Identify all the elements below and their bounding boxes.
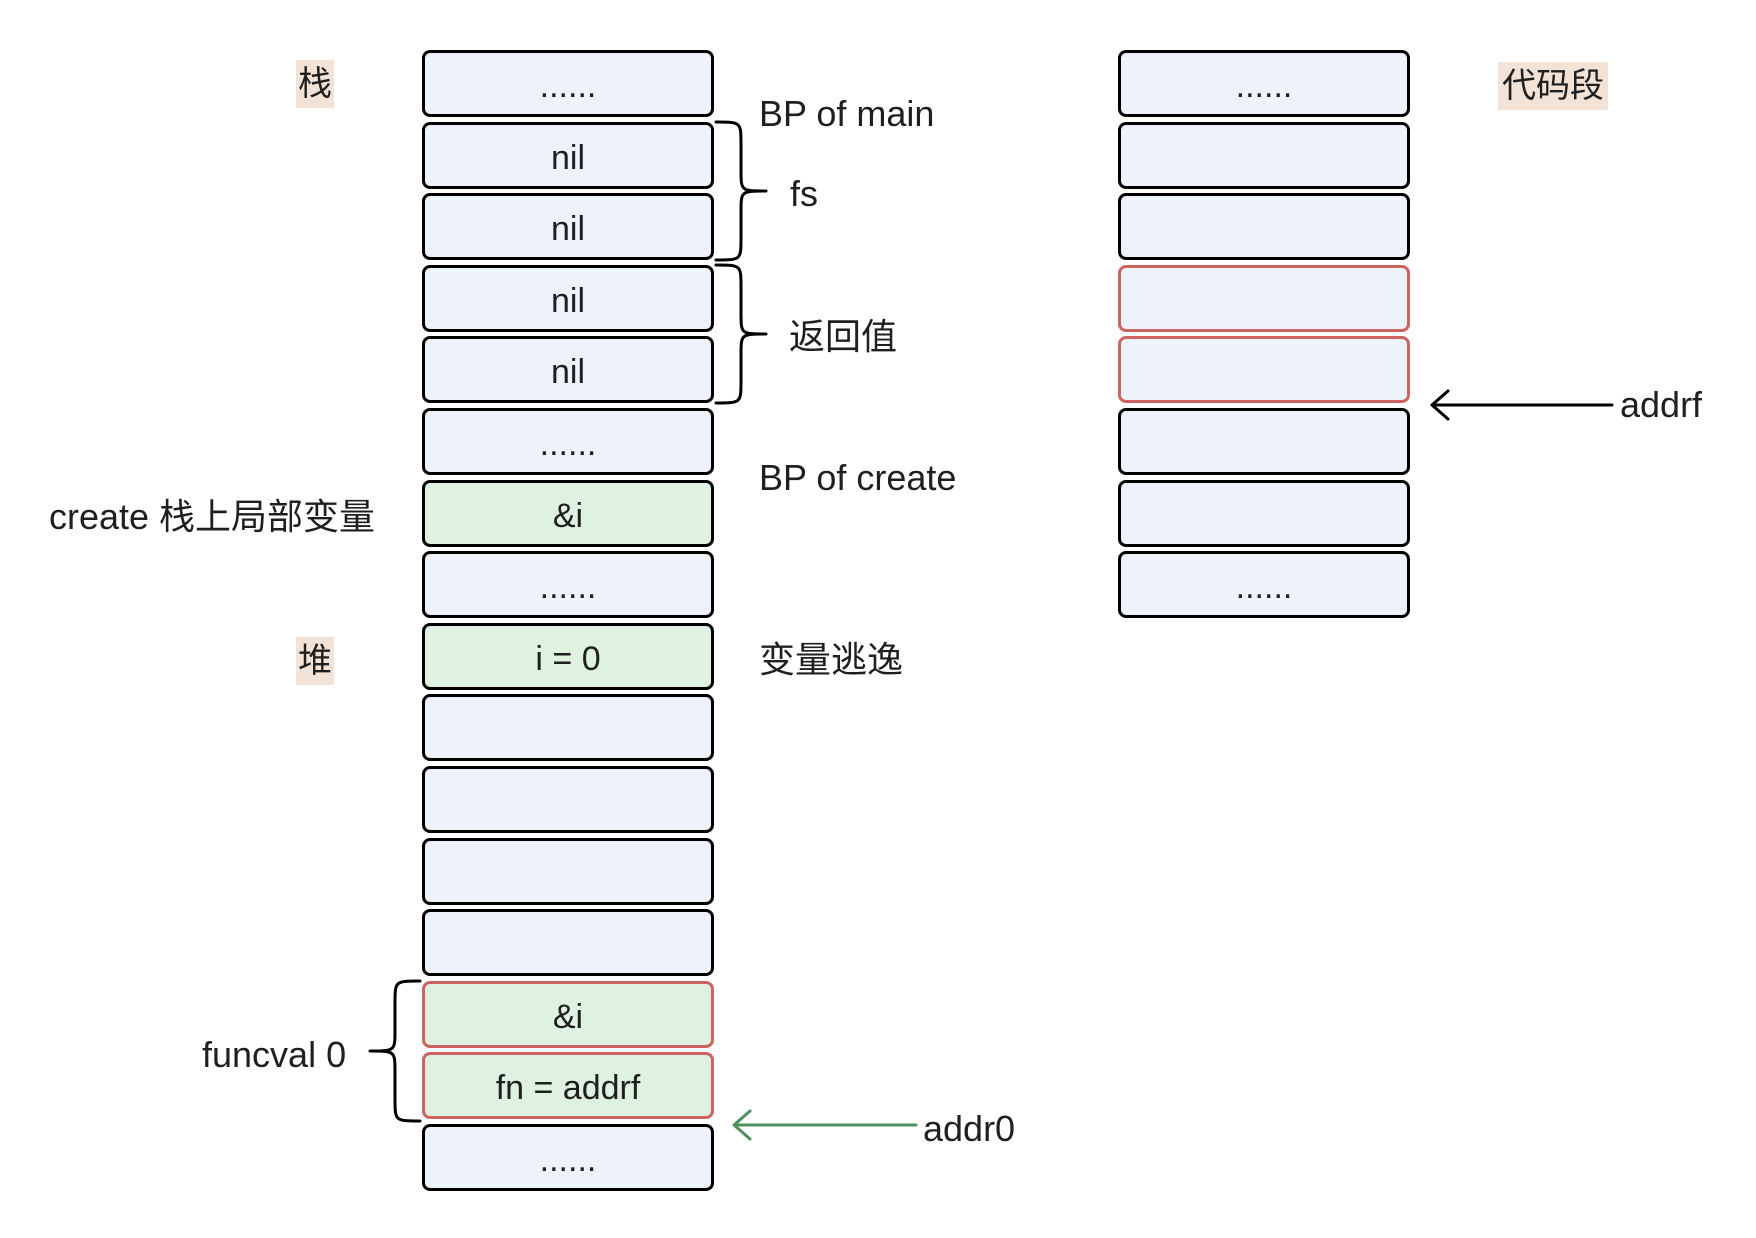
stack-section-tag: 栈 (296, 60, 334, 108)
slot-text: nil (550, 138, 586, 177)
memory-slot: ...... (422, 50, 714, 117)
slot-text: ...... (539, 1140, 597, 1179)
code-slot-function (1118, 264, 1410, 332)
code-slot (1118, 407, 1410, 475)
memory-slot: ...... (422, 1123, 714, 1191)
bp-of-create-label: BP of create (759, 457, 957, 498)
slot-text: ...... (539, 67, 597, 105)
funcval-slot: fn = addrf (422, 1052, 714, 1120)
return-values-brace (714, 263, 768, 405)
addrf-arrow-head (1430, 389, 1450, 421)
slot-text: fn = addrf (495, 1069, 641, 1108)
memory-slot: ...... (422, 407, 714, 475)
memory-slot (422, 837, 714, 905)
code-segment-tag: 代码段 (1498, 62, 1608, 110)
memory-slot: nil (422, 336, 714, 404)
memory-column: ...... nil nil nil nil ...... &i ...... … (422, 50, 714, 1191)
return-values-label: 返回值 (789, 316, 898, 357)
memory-slot (422, 909, 714, 977)
addr0-arrow (732, 1109, 918, 1141)
code-slot: ...... (1118, 50, 1410, 117)
code-segment-column: ...... ...... (1118, 50, 1410, 619)
escape-label: 变量逃逸 (759, 639, 904, 680)
memory-slot (422, 765, 714, 833)
slot-text: ...... (1235, 568, 1293, 607)
memory-slot: nil (422, 121, 714, 189)
funcval-slot: &i (422, 980, 714, 1048)
create-locals-label: create 栈上局部变量 (49, 496, 376, 537)
slot-text: &i (552, 496, 584, 535)
memory-slot (422, 694, 714, 762)
bp-of-main-label: BP of main (759, 93, 935, 134)
code-slot (1118, 193, 1410, 261)
funcval-brace (368, 979, 422, 1123)
memory-slot-highlighted: i = 0 (422, 622, 714, 690)
slot-text: nil (550, 210, 586, 249)
heap-section-tag: 堆 (296, 637, 334, 685)
fs-brace (714, 120, 768, 262)
addr0-arrow-head (732, 1109, 752, 1141)
slot-text: ...... (1235, 67, 1293, 105)
addrf-label: addrf (1620, 384, 1703, 425)
addrf-arrow (1430, 389, 1614, 421)
funcval-label: funcval 0 (202, 1034, 347, 1075)
slot-text: &i (552, 997, 584, 1036)
memory-slot-highlighted: &i (422, 479, 714, 547)
fs-label: fs (790, 173, 819, 214)
slot-text: ...... (539, 568, 597, 607)
code-slot (1118, 121, 1410, 189)
code-slot-function (1118, 336, 1410, 404)
code-slot: ...... (1118, 551, 1410, 619)
addr0-label: addr0 (923, 1108, 1016, 1149)
slot-text: nil (550, 353, 586, 392)
slot-text: ...... (539, 424, 597, 463)
slot-text: i = 0 (535, 639, 601, 678)
slot-text: nil (550, 281, 586, 320)
code-slot (1118, 479, 1410, 547)
memory-slot: nil (422, 264, 714, 332)
memory-slot: nil (422, 193, 714, 261)
memory-slot: ...... (422, 551, 714, 619)
